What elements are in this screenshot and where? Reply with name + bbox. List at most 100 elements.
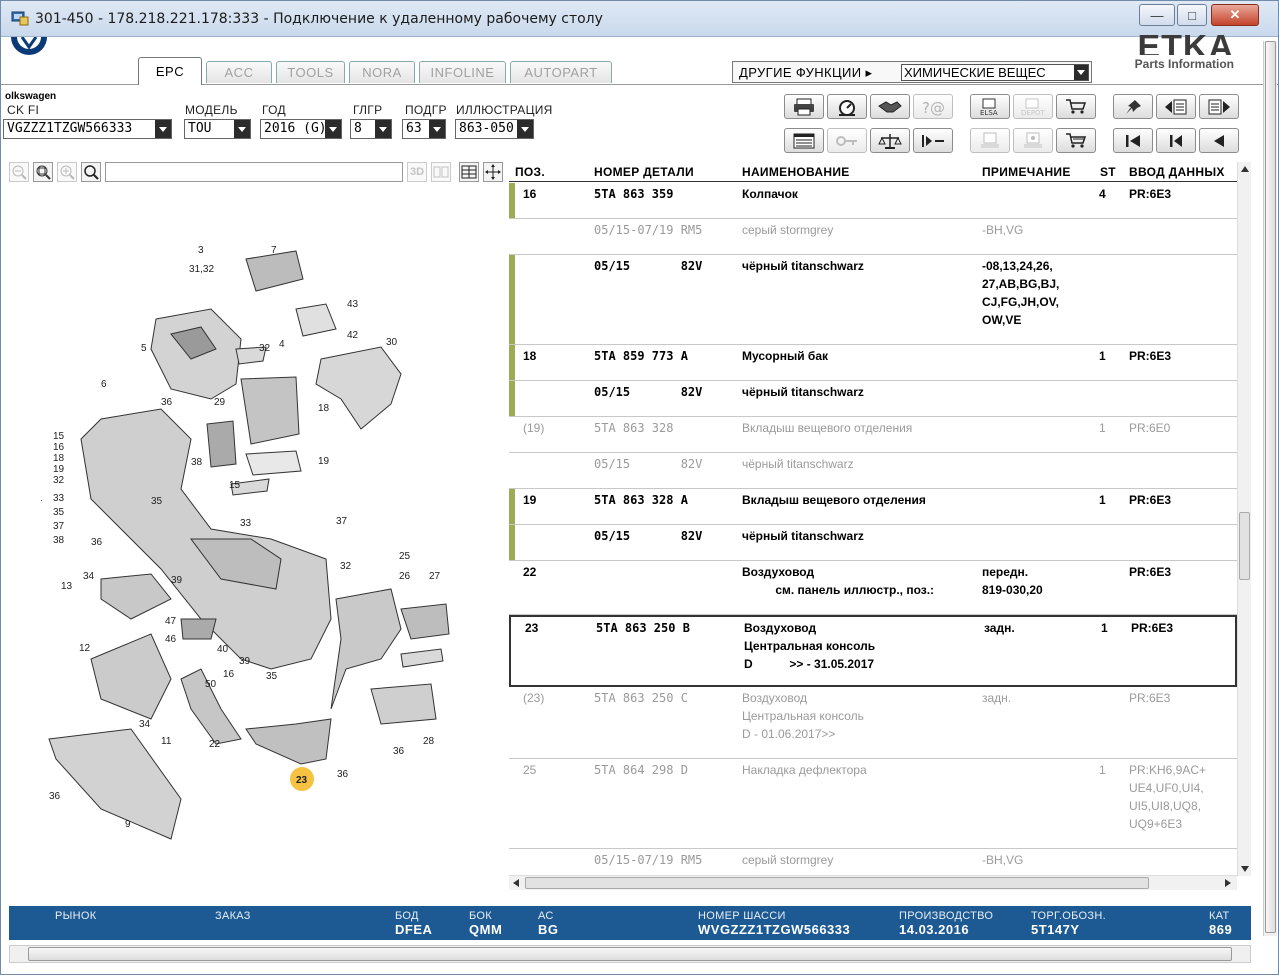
other-functions-select[interactable]: ХИМИЧЕСКИЕ ВЕЩЕС — [901, 64, 1089, 81]
scroll-up-icon[interactable] — [1238, 162, 1252, 176]
view-3d-button[interactable]: 3D — [407, 162, 427, 182]
table-row[interactable]: (23) 5TA 863 250 C Воздуховод Центральная … — [509, 687, 1237, 759]
handshake-button[interactable] — [870, 94, 910, 119]
cart-button[interactable] — [1056, 128, 1096, 153]
col-note[interactable]: ПРИМЕЧАНИЕ — [982, 165, 1071, 179]
cell-part-number[interactable]: 5TA 863 328 A — [594, 491, 688, 509]
table-row[interactable]: 16 5TA 863 359 Колпачок 4 PR:6E3 — [509, 183, 1237, 219]
cell-part-number[interactable]: 05/15 82V — [594, 455, 702, 473]
cell-part-number[interactable]: 5TA 859 773 A — [594, 347, 688, 365]
cell-part-number[interactable]: 05/15-07/19 RM5 — [594, 851, 702, 869]
balance-button[interactable] — [870, 128, 910, 153]
tab-tools[interactable]: TOOLS — [276, 61, 345, 83]
cell-part-number[interactable]: 5TA 863 328 — [594, 419, 673, 437]
zoom-fit-button[interactable] — [33, 162, 53, 182]
illustration-select[interactable]: 863-050 — [455, 119, 534, 139]
first-button[interactable] — [1113, 128, 1153, 153]
search-button[interactable] — [81, 162, 101, 182]
table-row[interactable]: 25 5TA 864 298 D Накладка дефлектора 1 PR:KH… — [509, 759, 1237, 849]
table-row[interactable]: 23 5TA 863 250 B Воздуховод Центральная ко… — [509, 615, 1237, 687]
col-qty[interactable]: ST — [1100, 165, 1116, 179]
col-data[interactable]: ВВОД ДАННЫХ — [1129, 165, 1225, 179]
cell-part-number[interactable]: 5TA 864 298 D — [594, 761, 688, 779]
col-name[interactable]: НАИМЕНОВАНИЕ — [742, 165, 850, 179]
view-split-button[interactable] — [431, 162, 451, 182]
vin-label: CK FI — [7, 103, 40, 117]
illustration-search-input[interactable] — [105, 162, 403, 182]
zoom-in-button[interactable] — [57, 162, 77, 182]
row-marker — [509, 255, 515, 344]
table-row[interactable]: 05/15-07/19 RM5 серый stormgrey -BH,VG — [509, 849, 1237, 873]
scrollbar-thumb[interactable] — [1265, 41, 1276, 933]
pin-button[interactable] — [1113, 94, 1153, 119]
tab-infoline[interactable]: INFOLINE — [419, 61, 506, 83]
prev-page-button[interactable] — [1156, 94, 1196, 119]
back-button[interactable] — [1156, 128, 1196, 153]
cell-part-number[interactable]: 05/15 82V — [594, 383, 702, 401]
year-select[interactable]: 2016 (G) — [260, 119, 342, 139]
scroll-right-icon[interactable] — [1221, 876, 1235, 890]
cell-note: передн. 819-030,20 — [982, 565, 1043, 597]
move-button[interactable] — [483, 162, 503, 182]
window-horizontal-scrollbar[interactable] — [9, 945, 1251, 963]
tab-acc[interactable]: ACC — [206, 61, 272, 83]
speedometer-button[interactable] — [827, 94, 867, 119]
elsa-button[interactable]: ELSA — [970, 94, 1010, 119]
depot-button[interactable]: DEPOT — [1013, 94, 1053, 119]
scrollbar-thumb[interactable] — [1239, 512, 1250, 580]
app-header: olkswagen ETKA Parts Information EPC ACC… — [1, 35, 1278, 159]
zoom-out-button[interactable] — [9, 162, 29, 182]
cell-part-number[interactable]: 5TA 863 359 — [594, 185, 673, 203]
table-vertical-scrollbar[interactable] — [1237, 162, 1251, 876]
table-row[interactable]: 05/15 82V чёрный titanschwarz — [509, 525, 1237, 561]
col-part-number[interactable]: НОМЕР ДЕТАЛИ — [594, 165, 694, 179]
help-at-button[interactable]: ?@ — [913, 94, 953, 119]
key-button[interactable] — [827, 128, 867, 153]
tab-epc[interactable]: EPC — [138, 57, 202, 85]
cell-part-number[interactable]: 05/15 82V — [594, 527, 702, 545]
col-pos[interactable]: ПОЗ. — [515, 165, 545, 179]
cell-part-number[interactable]: 5TA 863 250 C — [594, 689, 688, 707]
cart-transfer-button[interactable] — [1056, 94, 1096, 119]
view-table-button[interactable] — [459, 162, 479, 182]
cell-name: Мусорный бак — [742, 349, 829, 363]
doc-button[interactable] — [970, 128, 1010, 153]
table-horizontal-scrollbar[interactable] — [509, 875, 1237, 890]
close-button[interactable]: ✕ — [1211, 4, 1259, 26]
svg-text:6: 6 — [101, 379, 107, 390]
cell-part-number[interactable]: 05/15-07/19 RM5 — [594, 221, 702, 239]
maximize-icon: □ — [1188, 7, 1196, 23]
tab-nora[interactable]: NORA — [349, 61, 415, 83]
table-row[interactable]: 05/15-07/19 RM5 серый stormgrey -BH,VG — [509, 219, 1237, 255]
table-row[interactable]: 19 5TA 863 328 A Вкладыш вещевого отделени… — [509, 489, 1237, 525]
vin-select[interactable]: VGZZZ1TZGW566333 — [3, 119, 172, 139]
table-row[interactable]: 05/15 82V чёрный titanschwarz -08,13,24,26… — [509, 255, 1237, 345]
window-vertical-scrollbar[interactable] — [1263, 41, 1277, 936]
people-button[interactable] — [1013, 128, 1053, 153]
table-row[interactable]: 18 5TA 859 773 A Мусорный бак 1 PR:6E3 — [509, 345, 1237, 381]
model-select[interactable]: TOU — [184, 119, 251, 139]
svg-text:50: 50 — [205, 679, 217, 690]
scrollbar-thumb[interactable] — [525, 877, 1149, 889]
scroll-left-icon[interactable] — [509, 876, 523, 890]
minimize-button[interactable]: — — [1139, 4, 1175, 26]
parts-illustration[interactable]: 331,32 74342 4325 63036 291819 151618 19… — [41, 239, 471, 849]
title-bar: 301-450 - 178.218.221.178:333 - Подключе… — [1, 1, 1278, 37]
table-row[interactable]: (19) 5TA 863 328 Вкладыш вещевого отделени… — [509, 417, 1237, 453]
print-button[interactable] — [784, 94, 824, 119]
maximize-button[interactable]: □ — [1177, 4, 1207, 26]
play-left-button[interactable] — [1199, 128, 1239, 153]
arrow-minus-button[interactable] — [913, 128, 953, 153]
scroll-down-icon[interactable] — [1238, 862, 1252, 876]
next-page-button[interactable] — [1199, 94, 1239, 119]
cell-part-number[interactable]: 05/15 82V — [594, 257, 702, 275]
table-row[interactable]: 05/15 82V чёрный titanschwarz — [509, 381, 1237, 417]
table-row[interactable]: 05/15 82V чёрный titanschwarz — [509, 453, 1237, 489]
sub-group-select[interactable]: 63 — [402, 119, 446, 139]
cell-part-number[interactable]: 5TA 863 250 B — [596, 619, 690, 637]
tab-autopart[interactable]: AUTOPART — [510, 61, 612, 83]
table-row[interactable]: 22 Воздуховод см. панель иллюстр., поз.: п… — [509, 561, 1237, 615]
list-button[interactable] — [784, 128, 824, 153]
main-group-select[interactable]: 8 — [350, 119, 392, 139]
scrollbar-thumb[interactable] — [28, 947, 1232, 961]
